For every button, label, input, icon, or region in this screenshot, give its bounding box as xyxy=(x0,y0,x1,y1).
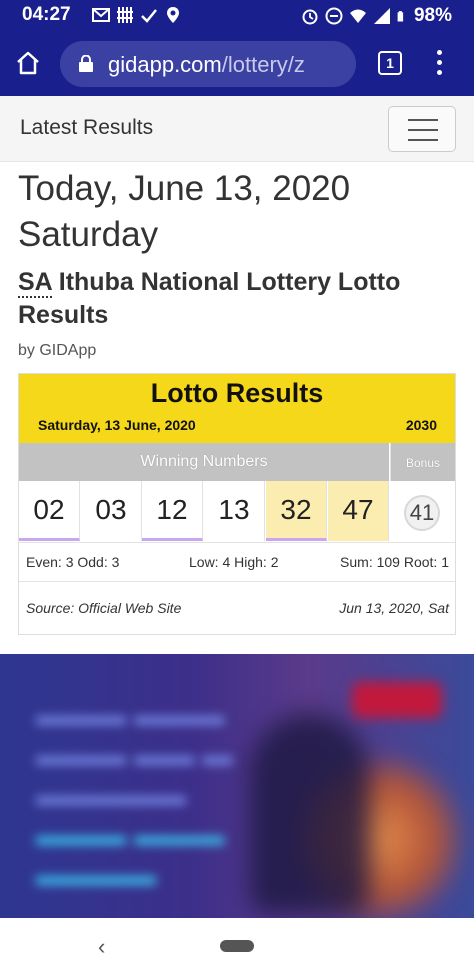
winning-number: 32 xyxy=(266,481,327,541)
clock: 04:27 xyxy=(22,4,71,25)
check-icon xyxy=(141,9,157,23)
calendar-grid-icon xyxy=(117,7,133,23)
even-odd-stat: Even: 3 Odd: 3 xyxy=(26,554,120,570)
date-line: Today, June 13, 2020 xyxy=(18,169,351,208)
ad-text: ▬▬▬ ▬▬▬ ▬▬▬ ▬▬ ▬ ▬▬▬▬▬ ▬▬▬ ▬▬▬ ▬▬▬▬ xyxy=(36,699,233,892)
source-row: Source: Official Web Site Jun 13, 2020, … xyxy=(19,581,455,635)
sum-root-stat: Sum: 109 Root: 1 xyxy=(340,554,449,570)
location-icon xyxy=(167,7,179,23)
winning-number: 47 xyxy=(328,481,389,541)
low-high-stat: Low: 4 High: 2 xyxy=(189,554,279,570)
overflow-menu-icon[interactable] xyxy=(430,48,450,78)
gmail-icon xyxy=(92,8,110,22)
weekday-line: Saturday xyxy=(18,215,159,254)
lottery-subtitle: SA Ithuba National Lottery Lotto Results xyxy=(18,266,458,332)
results-card: Lotto Results Saturday, 13 June, 2020 20… xyxy=(18,373,456,635)
winning-number: 13 xyxy=(204,481,265,541)
winning-number: 03 xyxy=(81,481,142,541)
bonus-number: 41 xyxy=(404,495,440,531)
back-icon[interactable]: ‹ xyxy=(98,934,105,960)
winning-numbers-header: Winning Numbers xyxy=(19,443,389,481)
system-nav-bar: ‹ xyxy=(0,918,474,974)
draw-date: Saturday, 13 June, 2020 xyxy=(38,417,196,433)
notification-icons xyxy=(92,6,182,24)
browser-toolbar: gidapp.com/lottery/z 1 xyxy=(0,32,474,96)
url-host: gidapp.com xyxy=(108,52,222,77)
bonus-header: Bonus xyxy=(390,443,455,481)
ad-person-image xyxy=(250,714,370,914)
status-bar: 04:27 98% xyxy=(0,0,474,32)
site-navbar: Latest Results xyxy=(0,96,474,162)
wifi-icon xyxy=(349,9,366,23)
tab-switcher-button[interactable]: 1 xyxy=(378,51,402,75)
url-path: /lottery/z xyxy=(221,52,305,77)
advertisement-banner[interactable]: ▬▬▬ ▬▬▬ ▬▬▬ ▬▬ ▬ ▬▬▬▬▬ ▬▬▬ ▬▬▬ ▬▬▬▬ xyxy=(0,654,474,918)
alarm-icon xyxy=(302,9,318,25)
results-card-header: Lotto Results Saturday, 13 June, 2020 20… xyxy=(19,374,455,443)
dnd-icon xyxy=(325,7,343,25)
results-title: Lotto Results xyxy=(150,378,324,408)
source-text: Source: Official Web Site xyxy=(26,600,182,616)
subtitle-text: Ithuba National Lottery Lotto Results xyxy=(18,268,401,329)
stats-row: Even: 3 Odd: 3 Low: 4 High: 2 Sum: 109 R… xyxy=(19,542,455,580)
source-date: Jun 13, 2020, Sat xyxy=(339,600,449,616)
system-icons: 98% xyxy=(301,5,452,27)
byline: by GIDApp xyxy=(18,342,97,359)
date-heading: Today, June 13, 2020 Saturday xyxy=(18,166,458,258)
bonus-cell: 41 xyxy=(390,481,455,541)
home-icon[interactable] xyxy=(14,49,42,77)
battery-percent: 98% xyxy=(413,5,452,26)
url-text: gidapp.com/lottery/z xyxy=(108,52,348,78)
hamburger-menu-button[interactable] xyxy=(388,106,456,152)
battery-icon xyxy=(397,11,404,22)
draw-number: 2030 xyxy=(405,417,437,433)
address-bar[interactable]: gidapp.com/lottery/z xyxy=(60,41,356,87)
home-pill[interactable] xyxy=(220,940,254,952)
country-abbr: SA xyxy=(18,268,52,298)
site-brand-link[interactable]: Latest Results xyxy=(20,116,153,140)
ad-logo xyxy=(352,682,442,718)
winning-number: 02 xyxy=(19,481,80,541)
winning-number: 12 xyxy=(142,481,203,541)
signal-icon xyxy=(373,8,390,24)
lock-icon xyxy=(79,55,93,72)
